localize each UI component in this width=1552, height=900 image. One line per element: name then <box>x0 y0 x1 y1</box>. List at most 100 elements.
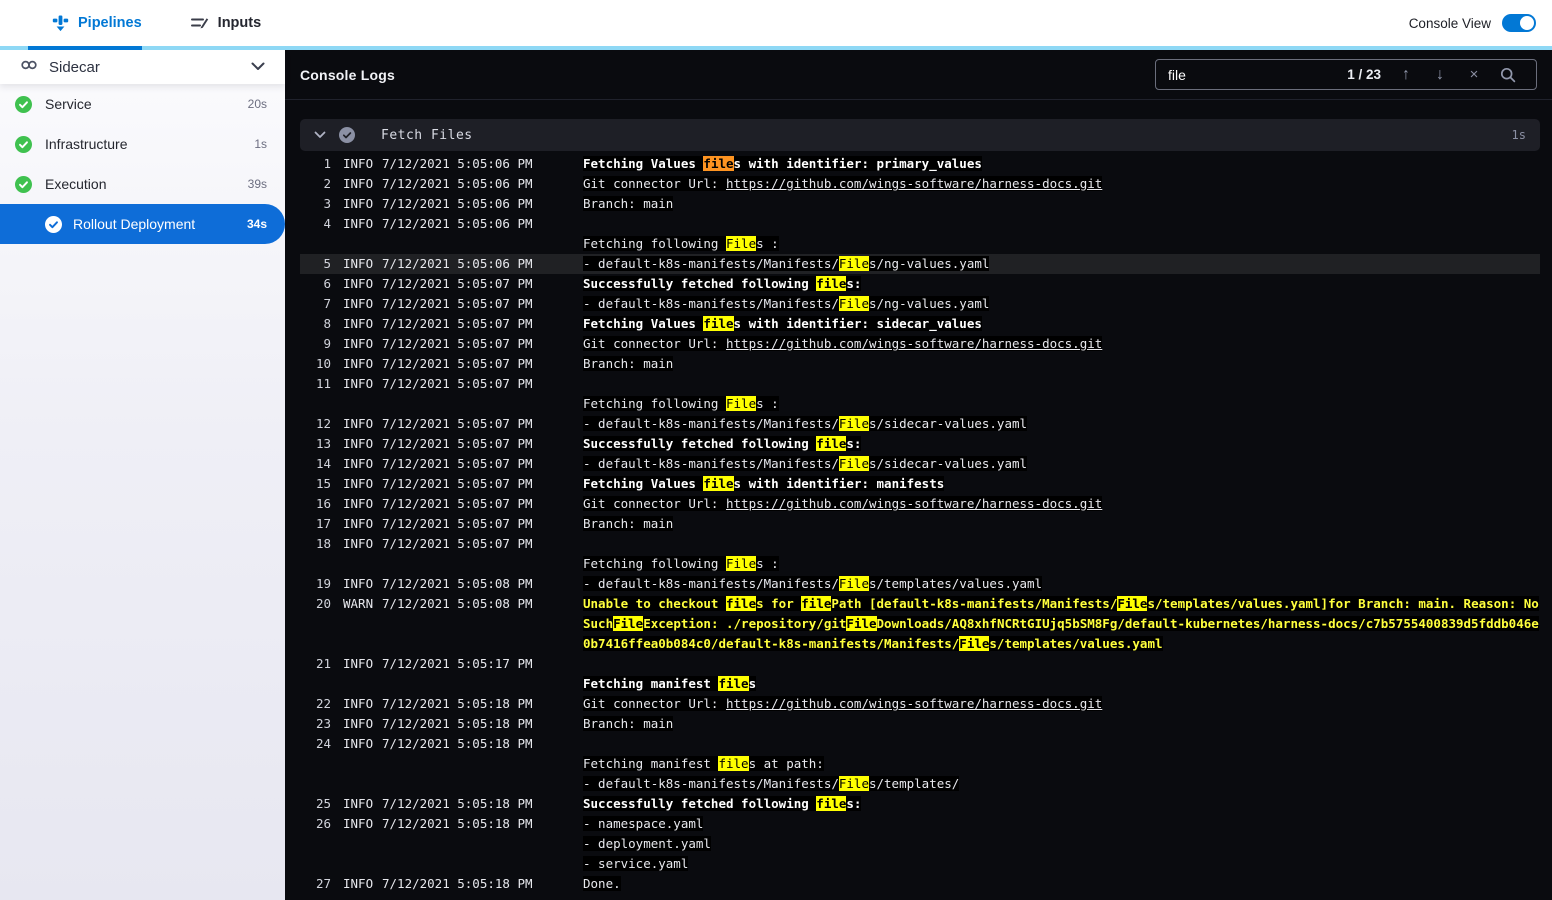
log-level: INFO <box>343 316 374 331</box>
search-input[interactable] <box>1168 66 1348 83</box>
log-row[interactable]: 9 INFO 7/12/2021 5:05:07 PM Git connector U… <box>300 334 1540 354</box>
search-match: File <box>838 256 869 271</box>
console-view-label: Console View <box>1408 15 1491 31</box>
log-row[interactable]: 7 INFO 7/12/2021 5:05:07 PM - default-k8s-m… <box>300 294 1540 314</box>
log-row[interactable]: 12 INFO 7/12/2021 5:05:07 PM - default-k8s-… <box>300 414 1540 434</box>
search-match: File <box>838 296 869 311</box>
log-row[interactable]: 19 INFO 7/12/2021 5:05:08 PM - default-k8s-… <box>300 574 1540 594</box>
step-section-title: Fetch Files <box>381 127 473 143</box>
log-row[interactable]: 2 INFO 7/12/2021 5:05:06 PM Git connector U… <box>300 174 1540 194</box>
log-level: WARN <box>343 596 374 611</box>
log-search-box: 1 / 23 ↑ ↓ × <box>1155 59 1537 90</box>
log-link[interactable]: https://github.com/wings-software/harnes… <box>726 696 1102 711</box>
log-message: Fetching following Files : <box>583 556 779 571</box>
step-duration: 39s <box>247 177 267 191</box>
log-level: INFO <box>343 516 374 531</box>
log-level: INFO <box>343 536 374 551</box>
log-level: INFO <box>343 416 374 431</box>
log-row[interactable]: 18 INFO 7/12/2021 5:05:07 PM Fetching foll… <box>300 534 1540 574</box>
log-timestamp: 7/12/2021 5:05:07 PM <box>382 356 533 371</box>
sidebar: Sidecar Service 20s Infrastructure 1s Execut… <box>0 50 285 900</box>
log-line-number: 12 <box>315 416 331 431</box>
log-message: Fetching Values files with identifier: m… <box>583 476 945 491</box>
log-level: INFO <box>343 496 374 511</box>
step-section-header[interactable]: Fetch Files 1s <box>300 119 1540 151</box>
stage-header-sidecar[interactable]: Sidecar <box>0 50 285 84</box>
log-row[interactable]: 3 INFO 7/12/2021 5:05:06 PM Branch: main <box>300 194 1540 214</box>
search-match: File <box>838 416 869 431</box>
log-row[interactable]: 1 INFO 7/12/2021 5:05:06 PM Fetching Values… <box>300 154 1540 174</box>
active-tab-underline <box>28 46 142 50</box>
log-row[interactable]: 20 WARN 7/12/2021 5:05:08 PM Unable to chec… <box>300 594 1540 654</box>
log-row[interactable]: 24 INFO 7/12/2021 5:05:18 PM Fetching mani… <box>300 734 1540 794</box>
log-row[interactable]: 5 INFO 7/12/2021 5:05:06 PM - default-k8s-m… <box>300 254 1540 274</box>
log-line-number: 21 <box>315 656 331 671</box>
log-line-number: 6 <box>323 276 331 291</box>
log-line-number: 2 <box>323 176 331 191</box>
sidebar-step-rollout-deployment[interactable]: Rollout Deployment 34s <box>0 204 285 244</box>
log-row[interactable]: 6 INFO 7/12/2021 5:05:07 PM Successfully fe… <box>300 274 1540 294</box>
step-duration: 1s <box>254 137 267 151</box>
log-line-number: 14 <box>315 456 331 471</box>
log-line-number: 5 <box>323 256 331 271</box>
step-list: Service 20s Infrastructure 1s Execution 39s Ro… <box>0 84 285 244</box>
log-timestamp: 7/12/2021 5:05:18 PM <box>382 716 533 731</box>
search-prev-button[interactable]: ↑ <box>1389 66 1423 84</box>
console-view-toggle[interactable] <box>1502 14 1536 32</box>
log-timestamp: 7/12/2021 5:05:17 PM <box>382 656 533 671</box>
log-timestamp: 7/12/2021 5:05:18 PM <box>382 876 533 891</box>
tab-inputs-label: Inputs <box>217 15 262 31</box>
log-row[interactable]: 15 INFO 7/12/2021 5:05:07 PM Fetching Value… <box>300 474 1540 494</box>
log-row[interactable]: 10 INFO 7/12/2021 5:05:07 PM Branch: main <box>300 354 1540 374</box>
log-timestamp: 7/12/2021 5:05:07 PM <box>382 456 533 471</box>
success-check-icon <box>15 175 32 193</box>
log-level: INFO <box>343 716 374 731</box>
log-message: Branch: main <box>583 196 674 211</box>
log-row[interactable]: 8 INFO 7/12/2021 5:05:07 PM Fetching Values… <box>300 314 1540 334</box>
log-row[interactable]: 26 INFO 7/12/2021 5:05:18 PM - namespace.ya… <box>300 814 1540 874</box>
log-line-number: 8 <box>323 316 331 331</box>
tab-inputs[interactable]: Inputs <box>190 15 262 31</box>
log-row[interactable]: 16 INFO 7/12/2021 5:05:07 PM Git connector … <box>300 494 1540 514</box>
log-timestamp: 7/12/2021 5:05:06 PM <box>382 176 533 191</box>
search-match: File <box>838 456 869 471</box>
sidebar-step-infrastructure[interactable]: Infrastructure 1s <box>0 124 285 164</box>
search-clear-button[interactable]: × <box>1457 66 1491 83</box>
log-timestamp: 7/12/2021 5:05:07 PM <box>382 496 533 511</box>
log-row[interactable]: 4 INFO 7/12/2021 5:05:06 PM Fetching follo… <box>300 214 1540 254</box>
log-link[interactable]: https://github.com/wings-software/harnes… <box>726 176 1102 191</box>
log-link[interactable]: https://github.com/wings-software/harnes… <box>726 496 1102 511</box>
step-section-duration: 1s <box>1511 128 1526 142</box>
log-level: INFO <box>343 656 374 671</box>
log-row[interactable]: 25 INFO 7/12/2021 5:05:18 PM Successfully f… <box>300 794 1540 814</box>
step-label: Rollout Deployment <box>73 216 196 232</box>
log-level: INFO <box>343 156 374 171</box>
tab-pipelines[interactable]: Pipelines <box>52 15 142 32</box>
log-line-number: 11 <box>315 376 331 391</box>
sidebar-step-service[interactable]: Service 20s <box>0 84 285 124</box>
log-row[interactable]: 13 INFO 7/12/2021 5:05:07 PM Successfully f… <box>300 434 1540 454</box>
log-row[interactable]: 22 INFO 7/12/2021 5:05:18 PM Git connector … <box>300 694 1540 714</box>
log-message: - default-k8s-manifests/Manifests/Files/… <box>583 296 990 311</box>
log-row[interactable]: 23 INFO 7/12/2021 5:05:18 PM Branch: main <box>300 714 1540 734</box>
log-row[interactable]: 17 INFO 7/12/2021 5:05:07 PM Branch: main <box>300 514 1540 534</box>
log-row[interactable]: 21 INFO 7/12/2021 5:05:17 PM Fetching mani… <box>300 654 1540 694</box>
log-message: Fetching Values files with identifier: s… <box>583 316 982 331</box>
sidebar-step-execution[interactable]: Execution 39s <box>0 164 285 204</box>
log-line-number: 27 <box>315 876 331 891</box>
search-match: file <box>703 476 734 491</box>
chevron-down-icon[interactable] <box>251 58 265 76</box>
search-match: file <box>703 316 734 331</box>
log-row[interactable]: 27 INFO 7/12/2021 5:05:18 PM Done. <box>300 874 1540 894</box>
log-row[interactable]: 14 INFO 7/12/2021 5:05:07 PM - default-k8s-… <box>300 454 1540 474</box>
log-timestamp: 7/12/2021 5:05:07 PM <box>382 316 533 331</box>
search-icon[interactable] <box>1491 67 1525 83</box>
collapse-chevron-icon[interactable] <box>314 131 326 139</box>
log-level: INFO <box>343 476 374 491</box>
log-level: INFO <box>343 696 374 711</box>
log-link[interactable]: https://github.com/wings-software/harnes… <box>726 336 1102 351</box>
search-next-button[interactable]: ↓ <box>1423 66 1457 84</box>
log-line-number: 17 <box>315 516 331 531</box>
log-line-number: 18 <box>315 536 331 551</box>
log-row[interactable]: 11 INFO 7/12/2021 5:05:07 PM Fetching foll… <box>300 374 1540 414</box>
